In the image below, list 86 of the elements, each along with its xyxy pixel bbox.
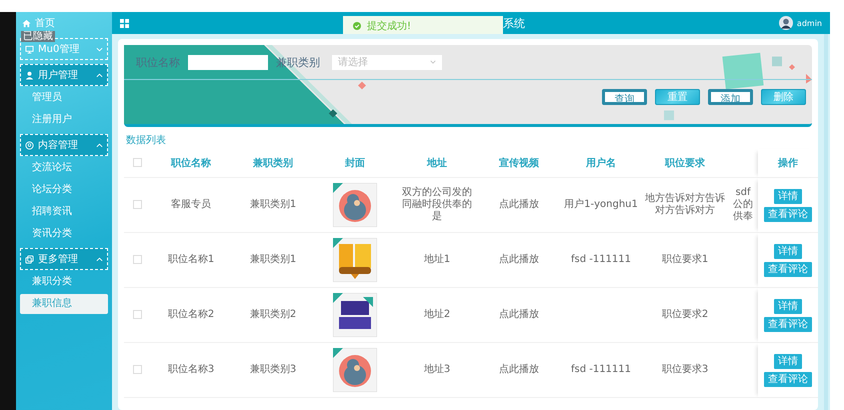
sidebar-subitem[interactable]: 招聘资讯 bbox=[20, 202, 108, 222]
monitor-icon bbox=[25, 44, 34, 54]
row-action-button[interactable]: 详情 bbox=[774, 298, 802, 314]
tooltip: 已隐藏 bbox=[21, 31, 55, 42]
table-cell: 职位要求2 bbox=[662, 309, 708, 320]
action-button[interactable]: 重置 bbox=[655, 89, 700, 105]
table-cell: 职位名称3 bbox=[168, 364, 214, 375]
sidebar-group[interactable]: 更多管理 bbox=[20, 248, 108, 270]
checkbox[interactable] bbox=[132, 200, 142, 209]
table-cell: 职位要求3 bbox=[662, 364, 708, 375]
action-button[interactable]: 删除 bbox=[761, 89, 806, 105]
row-action-button[interactable]: 查看评论 bbox=[764, 316, 812, 332]
user-icon bbox=[25, 70, 34, 80]
column-header: 封面 bbox=[345, 158, 365, 169]
column-header: 职位要求 bbox=[665, 158, 705, 169]
chat-icon bbox=[25, 140, 34, 150]
menu-grid-icon[interactable] bbox=[120, 18, 129, 28]
app-title: 系统 bbox=[503, 16, 525, 30]
sidebar-subitem[interactable]: 论坛分类 bbox=[20, 180, 108, 200]
table-cell: 职位要求1 bbox=[662, 254, 708, 265]
sidebar-subitem[interactable]: 注册用户 bbox=[20, 110, 108, 130]
row-action-button[interactable]: 详情 bbox=[774, 244, 802, 258]
table-cell: fsd -111111 bbox=[570, 364, 632, 375]
column-header: 用户名 bbox=[586, 158, 616, 169]
field-label: 兼职类别 bbox=[276, 54, 320, 70]
table-cell: 地址1 bbox=[424, 254, 450, 265]
table-cell: 用户1-yonghu1 bbox=[564, 199, 638, 210]
table-cell: 地址3 bbox=[424, 364, 450, 375]
column-header: 职位名称 bbox=[171, 158, 211, 169]
sidebar-subitem[interactable]: 管理员 bbox=[20, 88, 108, 108]
avatar-icon[interactable] bbox=[778, 16, 793, 30]
chevron-down-icon bbox=[430, 60, 436, 64]
sidebar-subitem[interactable]: 交流论坛 bbox=[20, 158, 108, 178]
home-icon bbox=[22, 18, 31, 28]
sidebar-item-label: 首页 bbox=[35, 17, 55, 30]
sidebar-group[interactable]: 用户管理 bbox=[20, 64, 108, 86]
select-field[interactable]: 请选择 bbox=[332, 54, 442, 70]
play-link[interactable]: 点此播放 bbox=[499, 254, 539, 265]
row-action-button[interactable]: 详情 bbox=[774, 354, 802, 368]
column-header: 宣传视频 bbox=[499, 158, 539, 169]
chevron-down-icon bbox=[96, 46, 103, 52]
table-cell: 兼职类别3 bbox=[250, 364, 296, 375]
sidebar-group-label: 更多管理 bbox=[38, 253, 79, 266]
table-cell: 地方告诉对方告诉对方告诉对方 bbox=[645, 193, 725, 216]
column-header: 操作 bbox=[758, 149, 818, 178]
sidebar-subitem[interactable]: 资讯分类 bbox=[20, 224, 108, 244]
table-cell: 地址2 bbox=[424, 309, 450, 320]
checkbox[interactable] bbox=[132, 254, 142, 264]
copy-icon bbox=[25, 254, 34, 264]
sidebar-subitem[interactable]: 兼职分类 bbox=[20, 272, 108, 292]
chevron-up-icon bbox=[96, 142, 103, 148]
table-cell: 职位名称1 bbox=[168, 254, 214, 265]
table-cell: 双方的公司发的同融时段供奉的是 bbox=[402, 187, 472, 222]
sidebar-group-label: 内容管理 bbox=[38, 138, 79, 152]
toast-message: 提交成功! bbox=[367, 20, 412, 33]
table-cell: 客服专员 bbox=[171, 199, 211, 210]
row-action-button[interactable]: 查看评论 bbox=[764, 262, 812, 276]
sidebar-group-label: 用户管理 bbox=[38, 68, 79, 82]
chevron-up-icon bbox=[96, 256, 103, 262]
field-label: 职位名称 bbox=[136, 54, 180, 70]
column-header: 地址 bbox=[427, 158, 447, 169]
sidebar-group-label: Mu0管理 bbox=[38, 43, 80, 56]
column-header: 兼职类别 bbox=[253, 158, 293, 169]
user-name[interactable]: admin bbox=[796, 18, 822, 28]
table-cell: 兼职类别2 bbox=[250, 309, 296, 320]
play-link[interactable]: 点此播放 bbox=[499, 199, 539, 210]
row-action-button[interactable]: 详情 bbox=[774, 188, 802, 204]
table-cell: 兼职类别1 bbox=[250, 199, 296, 210]
row-action-button[interactable]: 查看评论 bbox=[764, 206, 812, 222]
checkbox[interactable] bbox=[132, 158, 142, 168]
chevron-up-icon bbox=[96, 72, 103, 78]
play-link[interactable]: 点此播放 bbox=[499, 364, 539, 375]
checkbox[interactable] bbox=[132, 310, 142, 319]
sidebar-item[interactable]: 首页 bbox=[20, 14, 108, 32]
table-cell: 兼职类别1 bbox=[250, 254, 296, 265]
check-icon bbox=[353, 22, 361, 30]
list-title: 数据列表 bbox=[126, 134, 167, 147]
row-action-button[interactable]: 查看评论 bbox=[764, 372, 812, 386]
play-link[interactable]: 点此播放 bbox=[499, 309, 539, 320]
input-field[interactable] bbox=[188, 54, 268, 70]
table-cell: sdf 公的供奉 bbox=[733, 187, 753, 222]
checkbox[interactable] bbox=[132, 364, 142, 374]
table-cell: 职位名称2 bbox=[168, 309, 214, 320]
table-cell: fsd -111111 bbox=[570, 254, 632, 265]
sidebar-subitem[interactable]: 兼职信息 bbox=[20, 294, 108, 314]
sidebar-group[interactable]: 内容管理 bbox=[20, 134, 108, 156]
